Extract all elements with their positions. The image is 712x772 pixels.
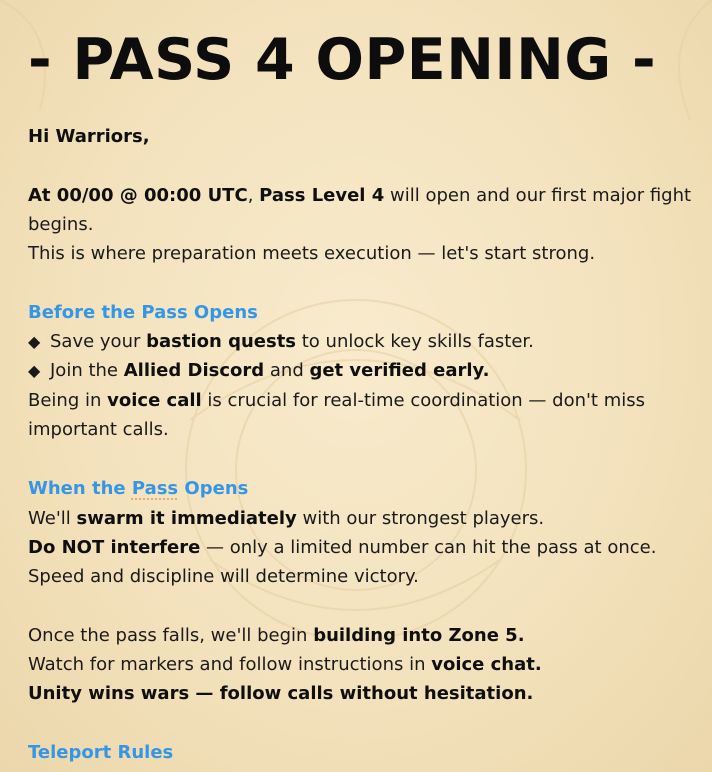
body-bold: building into Zone 5. — [313, 625, 525, 646]
intro-line-1: At 00/00 @ 00:00 UTC, Pass Level 4 will … — [28, 181, 691, 210]
bullet-text: and — [264, 360, 310, 381]
when-line-3: Speed and discipline will determine vict… — [28, 566, 419, 587]
body-bold: swarm it immediately — [76, 508, 297, 529]
body-text: — only a limited number can hit the pass… — [200, 537, 657, 558]
body-bold: Do NOT interfere — [28, 537, 201, 558]
intro-line-2: begins. — [28, 214, 94, 235]
when-line-6: Unity wins wars — follow calls without h… — [28, 679, 533, 708]
heading-part: When the — [28, 478, 132, 499]
bullet-bold: bastion quests — [146, 331, 297, 352]
body-text: Watch for markers and follow instruction… — [28, 654, 432, 675]
intro-text: will open and our first major fight — [384, 185, 692, 206]
diamond-bullet-icon: ◆ — [28, 361, 41, 380]
body-text: We'll — [28, 508, 77, 529]
page-title: - PASS 4 OPENING - — [28, 27, 657, 93]
body-bold: Unity wins wars — follow calls without h… — [28, 683, 534, 704]
section-heading-teleport: Teleport Rules — [28, 742, 174, 763]
bullet-text: Save your — [50, 331, 147, 352]
body-text: Being in — [28, 390, 108, 411]
before-line-4: important calls. — [28, 419, 169, 440]
body-text: is crucial for real-time coordination — … — [201, 390, 646, 411]
spellcheck-underlined-word: Pass — [131, 478, 179, 499]
bullet-bold: Allied Discord — [123, 360, 265, 381]
body-text: Once the pass falls, we'll begin — [28, 625, 314, 646]
bullet-text: Join the — [50, 360, 124, 381]
before-line-3: Being in voice call is crucial for real-… — [28, 386, 645, 415]
when-line-5: Watch for markers and follow instruction… — [28, 650, 542, 679]
bullet-item: ◆ Join the Allied Discord and get verifie… — [28, 356, 489, 385]
bullet-item: ◆ Save your bastion quests to unlock key … — [28, 327, 534, 356]
when-line-1: We'll swarm it immediately with our stro… — [28, 504, 544, 533]
body-bold: voice chat. — [431, 654, 542, 675]
bullet-text: to unlock key skills faster. — [296, 331, 534, 352]
intro-text: , — [247, 185, 260, 206]
body-bold: voice call — [107, 390, 202, 411]
when-line-4: Once the pass falls, we'll begin buildin… — [28, 621, 525, 650]
section-heading-when: When the Pass Opens — [28, 474, 248, 503]
bullet-bold: get verified early. — [309, 360, 490, 381]
greeting-text: Hi Warriors, — [28, 126, 150, 147]
time-text: At 00/00 @ 00:00 UTC — [28, 185, 248, 206]
body-text: with our strongest players. — [296, 508, 545, 529]
greeting: Hi Warriors, — [28, 122, 150, 151]
pass-level-text: Pass Level 4 — [259, 185, 385, 206]
intro-line-3: This is where preparation meets executio… — [28, 243, 596, 264]
heading-part: Opens — [178, 478, 249, 499]
diamond-bullet-icon: ◆ — [28, 332, 41, 351]
when-line-2: Do NOT interfere — only a limited number… — [28, 533, 656, 562]
section-heading-before: Before the Pass Opens — [28, 302, 258, 323]
